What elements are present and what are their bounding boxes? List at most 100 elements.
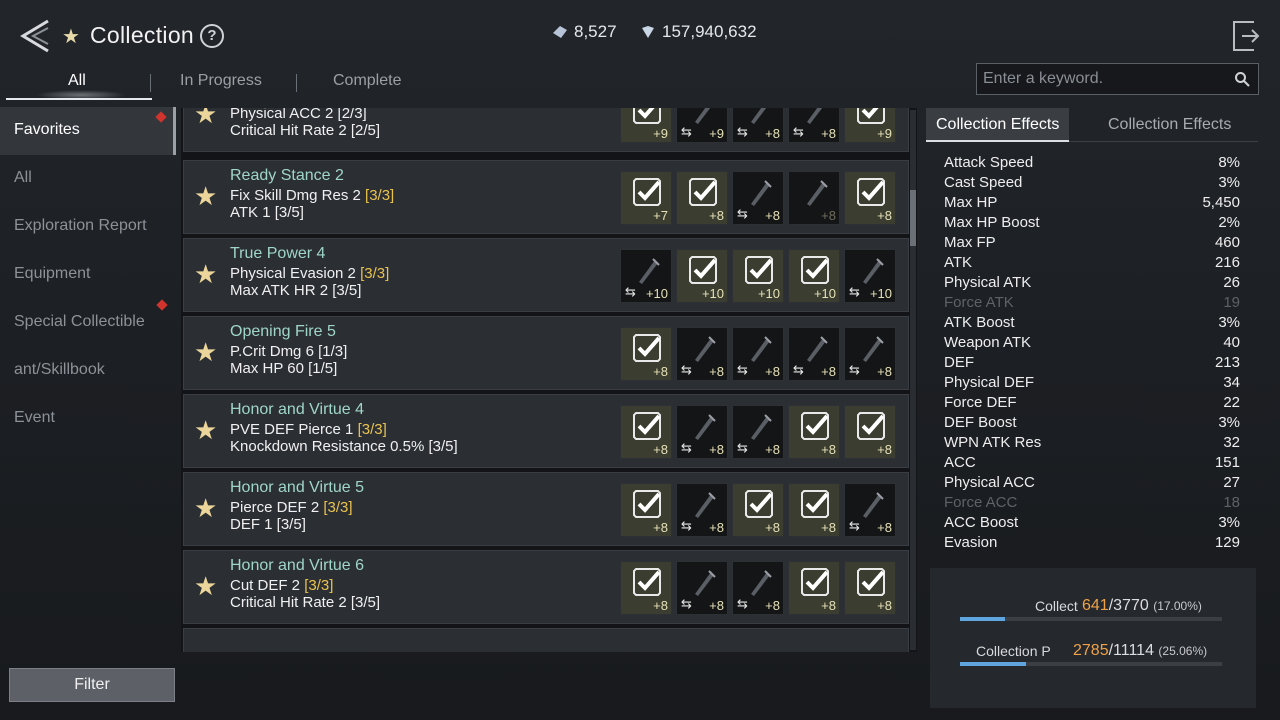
- collection-item-slot[interactable]: ⇆ +8: [676, 483, 728, 537]
- effects-panel: Collection Effects Collection Effects At…: [924, 108, 1260, 708]
- collection-items: +9 ⇆ +9 ⇆ +8 ⇆ +8 +9: [620, 108, 900, 145]
- tab-collection-effects[interactable]: Collection Effects: [926, 108, 1070, 142]
- list-scrollbar[interactable]: [910, 110, 916, 650]
- enhance-level: +8: [877, 208, 892, 223]
- collection-item-slot[interactable]: +8: [844, 561, 896, 615]
- collection-name: Opening Fire 5: [230, 323, 336, 340]
- collection-name: Honor and Virtue 4: [230, 401, 365, 418]
- effect-label: ATK Boost: [944, 314, 1015, 331]
- favorite-star-icon[interactable]: ★: [194, 261, 217, 287]
- collection-item-slot[interactable]: ⇆ +9: [676, 108, 728, 143]
- points-label: Collection P: [976, 643, 1051, 659]
- collection-item-slot[interactable]: ⇆ +8: [788, 327, 840, 381]
- collection-effect-2: ATK 1 [3/5]: [230, 204, 304, 221]
- collection-item-slot[interactable]: +8: [620, 483, 672, 537]
- favorite-star-icon[interactable]: ★: [194, 339, 217, 365]
- collection-item-slot[interactable]: ⇆ +8: [676, 561, 728, 615]
- enhance-level: +8: [821, 364, 836, 379]
- sidebar-item-all[interactable]: All: [0, 155, 176, 203]
- swap-icon: ⇆: [737, 362, 748, 377]
- effect-row: Force ATK 19: [944, 294, 1240, 314]
- favorite-star-icon[interactable]: ★: [194, 573, 217, 599]
- collection-item-slot[interactable]: +8: [620, 561, 672, 615]
- tab-in-progress[interactable]: In Progress: [180, 72, 262, 90]
- enhance-level: +8: [709, 598, 724, 613]
- swap-icon: ⇆: [737, 440, 748, 455]
- collection-row[interactable]: ★ Opening Fire 5 P.Crit Dmg 6 [1/3] Max HP…: [183, 316, 909, 390]
- collection-list[interactable]: ★ Physical ACC 2 [2/3] Critical Hit Rate …: [181, 108, 917, 652]
- collection-name: Honor and Virtue 6: [230, 557, 365, 574]
- help-icon[interactable]: ?: [200, 24, 224, 48]
- collection-item-slot[interactable]: +8: [788, 171, 840, 225]
- equipment-icon: [695, 492, 716, 518]
- favorite-star-icon[interactable]: ★: [194, 495, 217, 521]
- collection-row[interactable]: [183, 628, 909, 652]
- collection-item-slot[interactable]: +8: [620, 405, 672, 459]
- effect-row: DEF Boost 3%: [944, 414, 1240, 434]
- tab-all[interactable]: All: [68, 72, 86, 90]
- tab-complete[interactable]: Complete: [333, 72, 401, 90]
- equipment-icon: [863, 258, 884, 284]
- collection-item-slot[interactable]: ⇆ +8: [732, 171, 784, 225]
- collection-item-slot[interactable]: ⇆ +8: [676, 405, 728, 459]
- effect-value: 32: [1223, 434, 1240, 451]
- effect-value: 129: [1214, 534, 1240, 551]
- favorite-star-icon[interactable]: ★: [194, 417, 217, 443]
- effect-value: 3%: [1218, 174, 1240, 191]
- collection-item-slot[interactable]: +10: [788, 249, 840, 303]
- collection-row[interactable]: ★ Ready Stance 2 Fix Skill Dmg Res 2 [3/3]…: [183, 160, 909, 234]
- collection-item-slot[interactable]: +10: [732, 249, 784, 303]
- swap-icon: ⇆: [681, 518, 692, 533]
- collection-item-slot[interactable]: ⇆ +8: [844, 327, 896, 381]
- collection-item-slot[interactable]: ⇆ +8: [788, 108, 840, 143]
- effect-label: WPN ATK Res: [944, 434, 1042, 451]
- collection-row[interactable]: ★ Honor and Virtue 4 PVE DEF Pierce 1 [3/3…: [183, 394, 909, 468]
- collection-item-slot[interactable]: +7: [620, 171, 672, 225]
- effect-label: ACC Boost: [944, 514, 1019, 531]
- back-arrow-icon[interactable]: [18, 18, 52, 54]
- collection-item-slot[interactable]: +8: [676, 171, 728, 225]
- collection-item-slot[interactable]: +8: [732, 483, 784, 537]
- sidebar-item-special-collectible[interactable]: Special Collectible: [0, 299, 176, 347]
- collection-row[interactable]: ★ Honor and Virtue 5 Pierce DEF 2 [3/3] DEF…: [183, 472, 909, 546]
- sidebar-item-favorites[interactable]: Favorites: [0, 107, 176, 155]
- sidebar-item-exploration-report[interactable]: Exploration Report: [0, 203, 176, 251]
- sidebar-item-skillbook[interactable]: ant/Skillbook: [0, 347, 176, 395]
- collection-item-slot[interactable]: +8: [844, 405, 896, 459]
- collection-item-slot[interactable]: ⇆ +8: [732, 561, 784, 615]
- collection-row[interactable]: ★ Honor and Virtue 6 Cut DEF 2 [3/3] Critic…: [183, 550, 909, 624]
- collection-item-slot[interactable]: ⇆ +10: [844, 249, 896, 303]
- favorite-star-icon[interactable]: ★: [194, 183, 217, 209]
- effect-label: DEF Boost: [944, 414, 1017, 431]
- collection-items: +8 ⇆ +8 +8 +8 ⇆ +8: [620, 483, 900, 539]
- collection-item-slot[interactable]: ⇆ +8: [732, 108, 784, 143]
- collection-item-slot[interactable]: ⇆ +8: [844, 483, 896, 537]
- collection-item-slot[interactable]: +8: [620, 327, 672, 381]
- scrollbar-thumb[interactable]: [910, 190, 916, 246]
- search-input[interactable]: Enter a keyword.: [976, 63, 1259, 95]
- search-icon[interactable]: [1234, 71, 1250, 87]
- collection-item-slot[interactable]: ⇆ +10: [620, 249, 672, 303]
- collection-item-slot[interactable]: +9: [844, 108, 896, 143]
- sidebar-item-event[interactable]: Event: [0, 395, 176, 443]
- collection-item-slot[interactable]: +8: [788, 561, 840, 615]
- equipment-icon: [751, 108, 767, 124]
- effect-row: Force ACC 18: [944, 494, 1240, 514]
- favorite-star-icon[interactable]: ★: [194, 108, 217, 127]
- collection-item-slot[interactable]: ⇆ +8: [732, 405, 784, 459]
- crystal-icon: [553, 26, 567, 38]
- filter-button[interactable]: Filter: [9, 668, 175, 702]
- collection-item-slot[interactable]: +8: [788, 405, 840, 459]
- collection-item-slot[interactable]: +10: [676, 249, 728, 303]
- exit-icon[interactable]: [1232, 20, 1260, 52]
- sidebar-item-equipment[interactable]: Equipment: [0, 251, 176, 299]
- collection-item-slot[interactable]: +9: [620, 108, 672, 143]
- collection-row[interactable]: ★ Physical ACC 2 [2/3] Critical Hit Rate …: [183, 108, 909, 152]
- collection-item-slot[interactable]: +8: [844, 171, 896, 225]
- tab-collection-effects-2[interactable]: Collection Effects: [1098, 108, 1241, 142]
- collection-row[interactable]: ★ True Power 4 Physical Evasion 2 [3/3] Max…: [183, 238, 909, 312]
- collection-item-slot[interactable]: ⇆ +8: [732, 327, 784, 381]
- collection-item-slot[interactable]: +8: [788, 483, 840, 537]
- effect-label: ATK: [944, 254, 973, 271]
- collection-item-slot[interactable]: ⇆ +8: [676, 327, 728, 381]
